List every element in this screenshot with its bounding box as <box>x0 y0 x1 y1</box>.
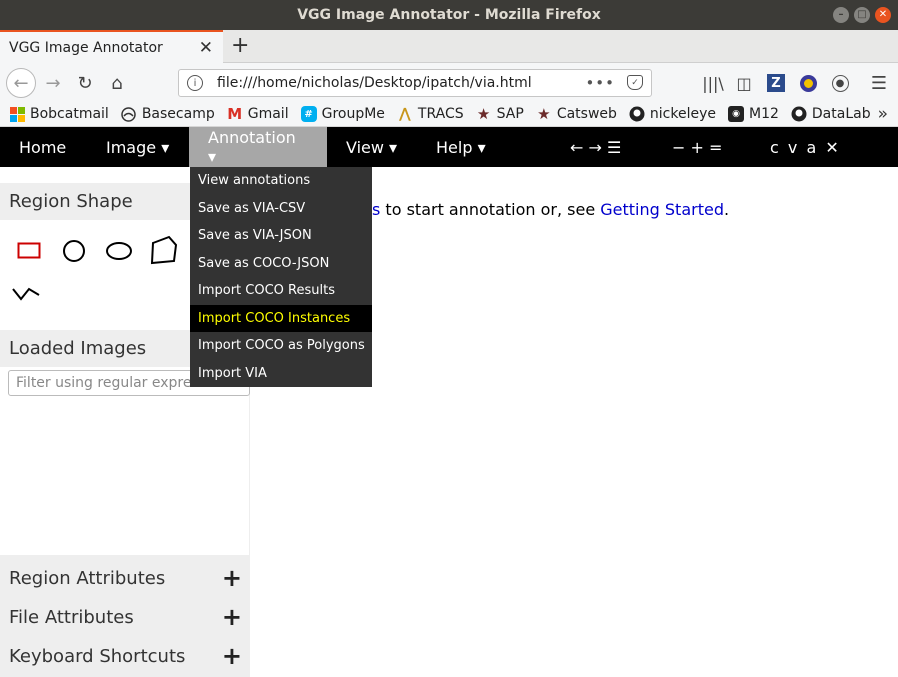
sidebar-icon[interactable]: ◫ <box>731 70 757 96</box>
zoom-tools[interactable]: − + = <box>672 127 722 167</box>
page-actions-icon[interactable]: ••• <box>585 74 615 92</box>
plus-icon: + <box>221 603 242 631</box>
ellipse-shape-icon[interactable] <box>105 241 133 261</box>
window-title: VGG Image Annotator - Mozilla Firefox <box>297 7 601 23</box>
menu-item-import-via[interactable]: Import VIA <box>190 360 372 388</box>
annotation-dropdown: View annotations Save as VIA-CSV Save as… <box>190 167 372 387</box>
star-icon: ★ <box>476 105 491 123</box>
bookmark-tracs[interactable]: ⋀ TRACS <box>397 106 464 122</box>
plus-icon: + <box>221 564 242 592</box>
bookmark-m12[interactable]: ◉ M12 <box>728 106 779 122</box>
menu-item-import-coco-polygons[interactable]: Import COCO as Polygons <box>190 332 372 360</box>
menu-home[interactable]: Home <box>0 127 85 167</box>
menu-icon[interactable]: ☰ <box>866 70 892 96</box>
groupme-icon: # <box>300 106 317 122</box>
account-icon[interactable]: ● <box>827 70 853 96</box>
minimize-icon[interactable]: – <box>833 7 849 23</box>
file-attributes-header[interactable]: File Attributes + <box>0 599 250 636</box>
address-bar[interactable]: i file:///home/nicholas/Desktop/ipatch/v… <box>178 69 652 97</box>
gmail-icon: M <box>227 105 243 123</box>
bookmark-catsweb[interactable]: ★ Catsweb <box>536 105 617 123</box>
tab-via[interactable]: VGG Image Annotator ✕ <box>0 30 223 63</box>
info-icon[interactable]: i <box>187 75 203 91</box>
bookmark-nickeleye[interactable]: nickeleye <box>629 106 716 122</box>
menu-item-save-via-csv[interactable]: Save as VIA-CSV <box>190 195 372 223</box>
navigation-bar: ← → ↻ ⌂ i file:///home/nicholas/Desktop/… <box>0 63 898 102</box>
via-menu-bar: Home Image ▾ Annotation ▾ View ▾ Help ▾ … <box>0 127 898 167</box>
more-bookmarks-icon[interactable]: » <box>878 104 888 124</box>
home-icon[interactable]: ⌂ <box>104 70 130 96</box>
polygon-shape-icon[interactable] <box>149 235 179 267</box>
back-icon[interactable]: ← <box>6 68 36 98</box>
zotero-icon[interactable]: Z <box>763 70 789 96</box>
bookmark-basecamp[interactable]: Basecamp <box>121 106 215 122</box>
url-text: file:///home/nicholas/Desktop/ipatch/via… <box>217 75 532 91</box>
circle-shape-icon[interactable] <box>62 239 86 263</box>
region-attributes-header[interactable]: Region Attributes + <box>0 560 250 597</box>
window-titlebar: VGG Image Annotator - Mozilla Firefox – … <box>0 0 898 30</box>
menu-item-import-coco-results[interactable]: Import COCO Results <box>190 277 372 305</box>
rectangle-shape-icon[interactable] <box>17 242 41 260</box>
new-tab-icon[interactable]: + <box>231 33 249 58</box>
maximize-icon[interactable]: □ <box>854 7 870 23</box>
menu-item-import-coco-instances[interactable]: Import COCO Instances <box>190 304 372 332</box>
keyboard-shortcuts-header[interactable]: Keyboard Shortcuts + <box>0 638 250 675</box>
getting-started-link[interactable]: Getting Started <box>600 200 724 219</box>
navigation-tools[interactable]: ← → ☰ <box>570 127 621 167</box>
github-icon <box>629 106 645 122</box>
pocket-icon[interactable]: ✓ <box>627 75 643 90</box>
edit-tools[interactable]: c v a ✕ <box>770 127 841 167</box>
menu-annotation[interactable]: Annotation ▾ <box>189 127 327 167</box>
reload-icon[interactable]: ↻ <box>72 70 98 96</box>
microsoft-icon <box>9 106 25 122</box>
bookmark-sap[interactable]: ★ SAP <box>476 105 524 123</box>
forward-icon[interactable]: → <box>40 70 66 96</box>
polyline-shape-icon[interactable] <box>11 283 41 303</box>
close-tab-icon[interactable]: ✕ <box>199 38 213 58</box>
bookmark-groupme[interactable]: # GroupMe <box>300 106 385 122</box>
close-window-icon[interactable]: ✕ <box>875 7 891 23</box>
menu-item-save-coco-json[interactable]: Save as COCO-JSON <box>190 250 372 278</box>
star-icon: ★ <box>537 105 551 123</box>
github-icon <box>791 106 807 122</box>
tab-strip: VGG Image Annotator ✕ + <box>0 30 898 63</box>
tracs-icon: ⋀ <box>399 106 411 122</box>
library-icon[interactable]: |||\ <box>700 70 726 96</box>
menu-image[interactable]: Image ▾ <box>87 127 188 167</box>
menu-help[interactable]: Help ▾ <box>417 127 505 167</box>
bookmarks-toolbar: Bobcatmail Basecamp M Gmail # GroupMe ⋀ … <box>0 102 898 127</box>
basecamp-icon <box>121 106 137 122</box>
m12-icon: ◉ <box>728 106 744 122</box>
tab-title: VGG Image Annotator <box>9 39 163 56</box>
menu-item-view-annotations[interactable]: View annotations <box>190 167 372 195</box>
bookmark-datalab[interactable]: DataLab <box>791 106 871 122</box>
bookmark-bobcatmail[interactable]: Bobcatmail <box>9 106 109 122</box>
menu-view[interactable]: View ▾ <box>327 127 416 167</box>
bookmark-gmail[interactable]: M Gmail <box>227 105 288 123</box>
menu-item-save-via-json[interactable]: Save as VIA-JSON <box>190 222 372 250</box>
extension-icon[interactable] <box>795 70 821 96</box>
plus-icon: + <box>221 642 242 670</box>
